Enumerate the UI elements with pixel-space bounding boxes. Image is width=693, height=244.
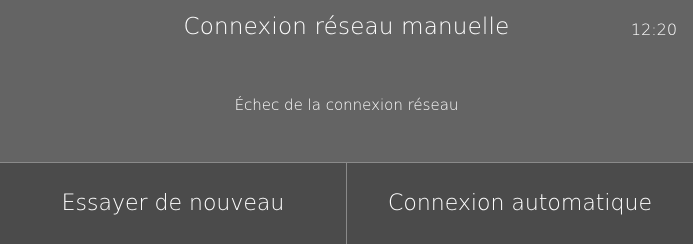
error-message: Échec de la connexion réseau bbox=[234, 96, 459, 114]
auto-connect-button[interactable]: Connexion automatique bbox=[346, 163, 693, 244]
button-bar: Essayer de nouveau Connexion automatique bbox=[0, 162, 693, 244]
network-dialog-screen: Connexion réseau manuelle 12:20 Échec de… bbox=[0, 0, 693, 244]
page-title: Connexion réseau manuelle bbox=[183, 14, 510, 40]
retry-button[interactable]: Essayer de nouveau bbox=[0, 163, 346, 244]
clock: 12:20 bbox=[630, 20, 677, 39]
